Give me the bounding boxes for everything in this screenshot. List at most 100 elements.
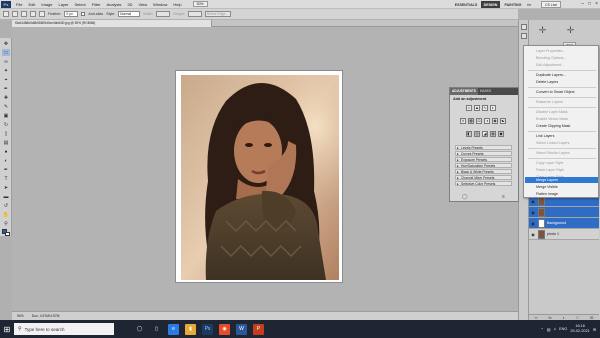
menu-item-edit-adjustment[interactable]: Edit Adjustment... (525, 62, 598, 68)
menu-file[interactable]: File (13, 2, 25, 7)
photo-filter-icon[interactable]: ◉ (492, 118, 498, 124)
invert-icon[interactable]: ◧ (466, 131, 472, 137)
clock[interactable]: 16:16 25-02-2021 (570, 324, 589, 334)
healing-brush-tool-icon[interactable]: ✚ (2, 94, 10, 101)
actions-panel-icon[interactable] (521, 33, 527, 39)
new-selection-button[interactable] (12, 11, 18, 17)
curves-presets[interactable]: Curves Presets (455, 151, 512, 157)
menu-edit[interactable]: Edit (25, 2, 38, 7)
shape-tool-icon[interactable]: ▬ (2, 193, 10, 200)
marquee-tool-preset[interactable] (3, 11, 9, 17)
menu-item-convert-smart-object[interactable]: Convert to Smart Object (525, 89, 598, 95)
language-indicator[interactable]: ENG (559, 327, 567, 331)
move-tool-icon[interactable]: ✥ (2, 40, 10, 47)
marquee-tool-icon[interactable]: □ (2, 49, 10, 56)
menu-item-paste-layer-style[interactable]: Paste Layer Style (525, 167, 598, 173)
eyedropper-tool-icon[interactable]: ✒ (2, 85, 10, 92)
path-select-tool-icon[interactable]: ➤ (2, 184, 10, 191)
file-explorer-icon[interactable]: ▮ (185, 323, 196, 335)
visibility-eye-icon[interactable]: ◉ (530, 221, 536, 226)
exposure-presets[interactable]: Exposure Presets (455, 157, 512, 163)
3d-rotate-tool-icon[interactable]: ↺ (2, 202, 10, 209)
workspace-design[interactable]: DESIGN (481, 1, 500, 8)
blur-tool-icon[interactable]: ● (2, 148, 10, 155)
black-white-presets[interactable]: Black & White Presets (455, 169, 512, 175)
hue-saturation-presets[interactable]: Hue/Saturation Presets (455, 163, 512, 169)
menu-help[interactable]: Help (170, 2, 184, 7)
gradient-tool-icon[interactable]: ▤ (2, 139, 10, 146)
brush-tool-icon[interactable]: ✎ (2, 103, 10, 110)
selective-color-icon[interactable]: ▣ (498, 131, 504, 137)
menu-item-rasterize-layers[interactable]: Rasterize Layers (525, 99, 598, 105)
menu-layer[interactable]: Layer (55, 2, 71, 7)
add-selection-button[interactable] (21, 11, 27, 17)
menu-item-blending-options[interactable]: Blending Options... (525, 55, 598, 61)
tab-masks[interactable]: MASKS (478, 88, 493, 95)
menu-item-link-layers[interactable]: Link Layers (525, 133, 598, 139)
gradient-map-icon[interactable]: ▦ (490, 131, 496, 137)
minimize-icon[interactable]: – (581, 1, 584, 7)
taskbar-search-box[interactable]: ⚲ Type here to search (14, 323, 114, 335)
visibility-eye-icon[interactable]: ◉ (530, 232, 536, 237)
zoom-tool-icon[interactable]: ⚲ (2, 220, 10, 227)
task-view-windows-icon[interactable]: ▯ (151, 324, 162, 335)
panel-options-icon[interactable]: ≡ (502, 194, 505, 200)
menu-item-layer-properties[interactable]: Layer Properties... (525, 48, 598, 54)
cs-live-button[interactable]: CS Live (541, 1, 562, 8)
menu-item-disable-layer-mask[interactable]: Disable Layer Mask (525, 109, 598, 115)
menu-3d[interactable]: 3D (124, 2, 135, 7)
document-tab[interactable]: f3d44486b5d6b5580540ce4bb84f0.jpg @ 50% … (12, 20, 212, 27)
lasso-tool-icon[interactable]: ∞ (2, 58, 10, 65)
menu-select[interactable]: Select (72, 2, 89, 7)
height-input[interactable] (187, 11, 202, 17)
pen-tool-icon[interactable]: ✒ (2, 166, 10, 173)
menu-item-create-clipping-mask[interactable]: Create Clipping Mask (525, 123, 598, 129)
windows-start-icon[interactable]: ⊞ (0, 320, 14, 338)
tray-up-arrow-icon[interactable]: ⌃ (541, 327, 544, 332)
visibility-eye-icon[interactable]: ◉ (530, 199, 536, 204)
close-icon[interactable]: × (595, 1, 598, 7)
selective-color-presets[interactable]: Selective Color Presets (455, 181, 512, 187)
posterize-icon[interactable]: ▨ (474, 131, 480, 137)
curves-icon[interactable]: ∿ (482, 105, 488, 111)
black-white-icon[interactable]: ◑ (484, 118, 490, 124)
width-input[interactable] (156, 11, 171, 17)
history-panel-icon[interactable] (521, 24, 527, 30)
menu-item-duplicate-layers[interactable]: Duplicate Layers... (525, 72, 598, 78)
exposure-icon[interactable]: ◐ (490, 105, 496, 111)
menu-item-copy-layer-style[interactable]: Copy Layer Style (525, 160, 598, 166)
maximize-icon[interactable]: □ (588, 1, 591, 7)
threshold-icon[interactable]: ◢ (482, 131, 488, 137)
layer-row[interactable]: ◉ Background (529, 218, 599, 229)
zoom-level-select[interactable]: 50% (192, 1, 208, 7)
background-color-swatch[interactable] (5, 232, 10, 236)
vibrance-icon[interactable]: V (460, 118, 466, 124)
layer-row[interactable]: ◉ photo 1 (529, 229, 599, 240)
dodge-tool-icon[interactable]: ◐ (2, 157, 10, 164)
crop-tool-icon[interactable]: ⌖ (2, 76, 10, 83)
workspace-essentials[interactable]: ESSENTIALS (452, 1, 480, 8)
layer-row[interactable]: ◉ (529, 207, 599, 218)
menu-item-select-similar-layers[interactable]: Select Similar Layers (525, 150, 598, 156)
menu-item-flatten-image[interactable]: Flatten Image (525, 191, 598, 197)
type-tool-icon[interactable]: T (2, 175, 10, 182)
menu-view[interactable]: View (136, 2, 151, 7)
channel-mixer-icon[interactable]: ☯ (500, 118, 506, 124)
word-icon[interactable]: W (236, 323, 247, 335)
clip-to-layer-icon[interactable]: ◯ (462, 194, 468, 200)
eraser-tool-icon[interactable]: ▯ (2, 130, 10, 137)
levels-presets[interactable]: Levels Presets (455, 145, 512, 151)
task-view-icon[interactable]: ◯ (134, 324, 145, 335)
menu-analysis[interactable]: Analysis (104, 2, 125, 7)
tab-adjustments[interactable]: ADJUSTMENTS (450, 88, 478, 95)
color-balance-icon[interactable]: ⚖ (476, 118, 482, 124)
chrome-browser-icon[interactable]: ◉ (219, 323, 230, 335)
clone-stamp-tool-icon[interactable]: ▣ (2, 112, 10, 119)
menu-item-delete-layers[interactable]: Delete Layers (525, 79, 598, 85)
workspace-painting[interactable]: PAINTING (502, 1, 524, 8)
menu-window[interactable]: Window (150, 2, 170, 7)
menu-item-merge-layers[interactable]: Merge Layers (525, 177, 598, 183)
visibility-eye-icon[interactable]: ◉ (530, 210, 536, 215)
network-icon[interactable]: ▤ (547, 327, 551, 332)
subtract-selection-button[interactable] (30, 11, 36, 17)
